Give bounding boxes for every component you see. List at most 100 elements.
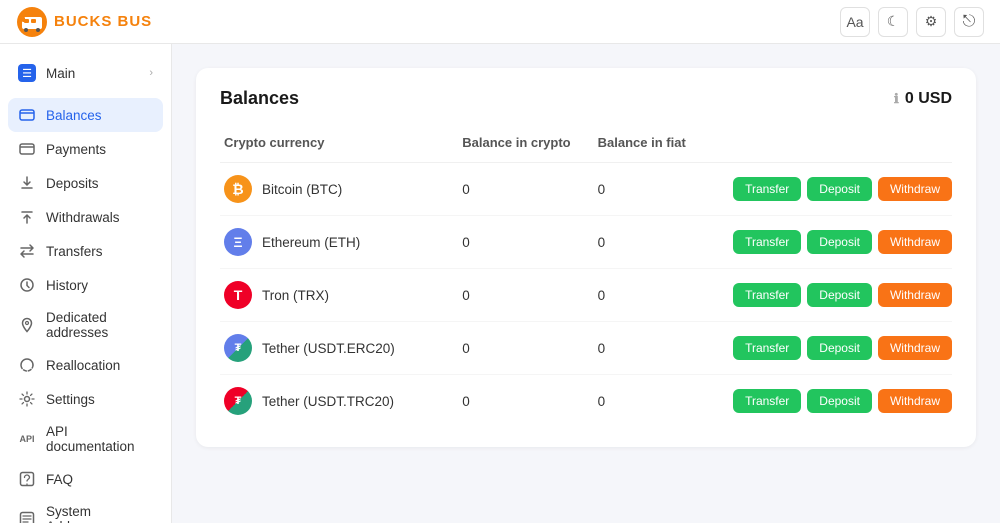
- history-icon: [18, 276, 36, 294]
- sidebar-withdrawals-label: Withdrawals: [46, 210, 120, 225]
- trx-withdraw-button[interactable]: Withdraw: [878, 283, 952, 307]
- usdt-erc-actions: Transfer Deposit Withdraw: [733, 322, 952, 375]
- btc-actions: Transfer Deposit Withdraw: [733, 163, 952, 216]
- settings-nav-icon: [18, 390, 36, 408]
- currency-name-cell: T Tron (TRX): [224, 281, 462, 309]
- trx-balance-fiat: 0: [598, 269, 733, 322]
- trx-deposit-button[interactable]: Deposit: [807, 283, 872, 307]
- topbar-actions: Aa ☾ ⚙ ⎋: [840, 7, 984, 37]
- reallocation-icon: [18, 356, 36, 374]
- eth-actions: Transfer Deposit Withdraw: [733, 216, 952, 269]
- usdt-erc-action-buttons: Transfer Deposit Withdraw: [733, 336, 952, 360]
- currency-cell: ₮ Tether (USDT.ERC20): [220, 322, 462, 375]
- trx-action-buttons: Transfer Deposit Withdraw: [733, 283, 952, 307]
- currency-name-cell: ₮ Tether (USDT.TRC20): [224, 387, 462, 415]
- col-balance-crypto: Balance in crypto: [462, 127, 597, 163]
- sidebar-section-items: Balances Payments Deposits Withdrawals: [0, 94, 171, 523]
- col-currency: Crypto currency: [220, 127, 462, 163]
- eth-icon: Ξ: [224, 228, 252, 256]
- btc-transfer-button[interactable]: Transfer: [733, 177, 801, 201]
- main-chevron: ›: [149, 67, 153, 79]
- sidebar-item-reallocation[interactable]: Reallocation: [8, 348, 163, 382]
- sidebar-reallocation-label: Reallocation: [46, 358, 120, 373]
- btc-balance-crypto: 0: [462, 163, 597, 216]
- eth-withdraw-button[interactable]: Withdraw: [878, 230, 952, 254]
- sidebar-section-main: ☰ Main ›: [0, 52, 171, 94]
- trx-balance-crypto: 0: [462, 269, 597, 322]
- usdt-trc-balance-fiat: 0: [598, 375, 733, 428]
- usdt-erc-transfer-button[interactable]: Transfer: [733, 336, 801, 360]
- sidebar-item-balances[interactable]: Balances: [8, 98, 163, 132]
- card-title: Balances: [220, 88, 299, 109]
- btc-withdraw-button[interactable]: Withdraw: [878, 177, 952, 201]
- table-row: T Tron (TRX) 0 0 Transfer Deposit Withdr…: [220, 269, 952, 322]
- usdt-trc-transfer-button[interactable]: Transfer: [733, 389, 801, 413]
- info-icon: ℹ: [894, 91, 899, 107]
- dedicated-addresses-icon: [18, 316, 36, 334]
- sidebar-history-label: History: [46, 278, 88, 293]
- usdt-trc-icon: ₮: [224, 387, 252, 415]
- sidebar: ☰ Main › Balances Payments: [0, 44, 172, 523]
- logout-icon: ⎋: [963, 13, 976, 31]
- currency-cell: ₮ Tether (USDT.TRC20): [220, 375, 462, 428]
- balances-table: Crypto currency Balance in crypto Balanc…: [220, 127, 952, 427]
- main-icon: ☰: [18, 64, 36, 82]
- system-addresses-icon: [18, 510, 36, 523]
- logo: BUCKS BUS: [16, 6, 152, 38]
- eth-balance-crypto: 0: [462, 216, 597, 269]
- table-row: ₮ Tether (USDT.ERC20) 0 0 Transfer Depos…: [220, 322, 952, 375]
- translate-button[interactable]: Aa: [840, 7, 870, 37]
- usdt-erc-balance-crypto: 0: [462, 322, 597, 375]
- sidebar-system-addr-label: System Addresses: [46, 504, 153, 523]
- usdt-erc-icon: ₮: [224, 334, 252, 362]
- usdt-trc-action-buttons: Transfer Deposit Withdraw: [733, 389, 952, 413]
- trx-transfer-button[interactable]: Transfer: [733, 283, 801, 307]
- sidebar-item-dedicated-addresses[interactable]: Dedicated addresses: [8, 302, 163, 348]
- dark-mode-button[interactable]: ☾: [878, 7, 908, 37]
- sidebar-faq-label: FAQ: [46, 472, 73, 487]
- balances-card: Balances ℹ 0 USD Crypto currency Balance…: [196, 68, 976, 447]
- btc-name: Bitcoin (BTC): [262, 182, 342, 197]
- usdt-trc-withdraw-button[interactable]: Withdraw: [878, 389, 952, 413]
- logout-button[interactable]: ⎋: [954, 7, 984, 37]
- table-row: Ξ Ethereum (ETH) 0 0 Transfer Deposit Wi…: [220, 216, 952, 269]
- table-row: ₿ Bitcoin (BTC) 0 0 Transfer Deposit Wit…: [220, 163, 952, 216]
- logo-icon: [16, 6, 48, 38]
- faq-icon: [18, 470, 36, 488]
- eth-deposit-button[interactable]: Deposit: [807, 230, 872, 254]
- usdt-erc-withdraw-button[interactable]: Withdraw: [878, 336, 952, 360]
- sidebar-deposits-label: Deposits: [46, 176, 99, 191]
- moon-icon: ☾: [887, 13, 900, 30]
- api-icon: API: [18, 430, 36, 448]
- currency-name-cell: ₮ Tether (USDT.ERC20): [224, 334, 462, 362]
- sidebar-item-history[interactable]: History: [8, 268, 163, 302]
- withdrawals-icon: [18, 208, 36, 226]
- logo-text: BUCKS BUS: [54, 13, 152, 30]
- eth-transfer-button[interactable]: Transfer: [733, 230, 801, 254]
- sidebar-item-withdrawals[interactable]: Withdrawals: [8, 200, 163, 234]
- usdt-erc-deposit-button[interactable]: Deposit: [807, 336, 872, 360]
- sidebar-transfers-label: Transfers: [46, 244, 103, 259]
- gear-icon: ⚙: [925, 13, 938, 30]
- sidebar-item-api[interactable]: API API documentation: [8, 416, 163, 462]
- usdt-trc-deposit-button[interactable]: Deposit: [807, 389, 872, 413]
- sidebar-item-faq[interactable]: FAQ: [8, 462, 163, 496]
- col-actions: [733, 127, 952, 163]
- sidebar-item-transfers[interactable]: Transfers: [8, 234, 163, 268]
- sidebar-item-deposits[interactable]: Deposits: [8, 166, 163, 200]
- balance-total: ℹ 0 USD: [894, 90, 952, 108]
- balance-total-value: 0 USD: [905, 90, 952, 108]
- table-header: Crypto currency Balance in crypto Balanc…: [220, 127, 952, 163]
- main-label: Main: [46, 66, 75, 81]
- sidebar-item-payments[interactable]: Payments: [8, 132, 163, 166]
- card-header: Balances ℹ 0 USD: [220, 88, 952, 109]
- col-balance-fiat: Balance in fiat: [598, 127, 733, 163]
- sidebar-item-settings[interactable]: Settings: [8, 382, 163, 416]
- btc-deposit-button[interactable]: Deposit: [807, 177, 872, 201]
- transfers-icon: [18, 242, 36, 260]
- sidebar-item-system-addresses[interactable]: System Addresses: [8, 496, 163, 523]
- settings-button[interactable]: ⚙: [916, 7, 946, 37]
- table-body: ₿ Bitcoin (BTC) 0 0 Transfer Deposit Wit…: [220, 163, 952, 428]
- translate-icon: Aa: [846, 14, 863, 30]
- sidebar-item-main[interactable]: ☰ Main ›: [8, 56, 163, 90]
